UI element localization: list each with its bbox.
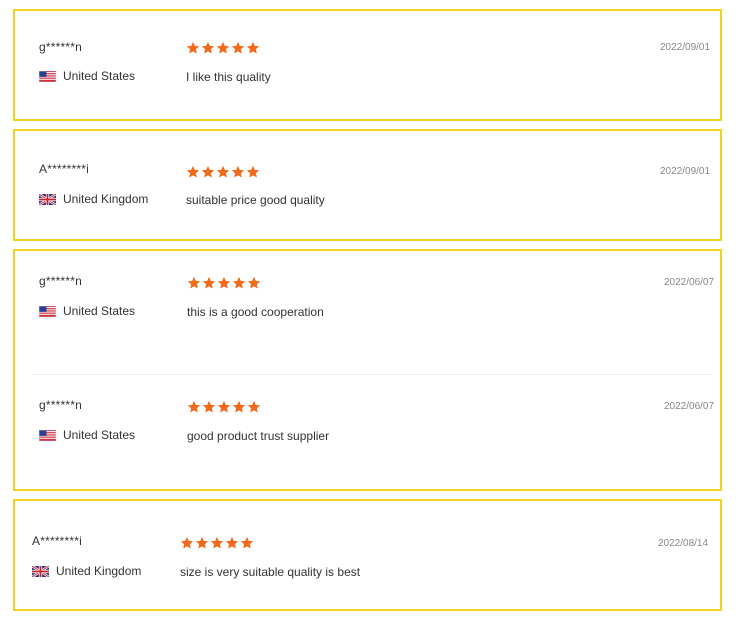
star-icon <box>225 536 239 550</box>
reviewer-name: A********i <box>32 534 83 548</box>
star-icon <box>187 276 201 290</box>
review-date: 2022/09/01 <box>660 166 711 177</box>
star-icon <box>247 276 261 290</box>
us-flag-icon <box>39 306 56 317</box>
review-date: 2022/06/07 <box>664 277 715 288</box>
star-icon <box>216 41 230 55</box>
star-icon <box>195 536 209 550</box>
review-card: A********i United Kingdom size is very s… <box>13 499 722 611</box>
star-icon <box>217 276 231 290</box>
star-icon <box>216 165 230 179</box>
reviewer-name: g******n <box>39 398 82 412</box>
country-label: United Kingdom <box>63 192 149 206</box>
reviewer-name: A********i <box>39 162 90 176</box>
review-card: g******n United States this is a good co… <box>13 249 722 491</box>
star-icon <box>231 41 245 55</box>
star-icon <box>187 400 201 414</box>
reviewer-country: United Kingdom <box>32 564 141 578</box>
star-icon <box>231 165 245 179</box>
rating-stars <box>186 41 260 55</box>
country-label: United States <box>63 428 136 442</box>
uk-flag-icon <box>32 566 49 577</box>
star-icon <box>186 41 200 55</box>
reviewer-country: United Kingdom <box>39 192 148 206</box>
review-comment: good product trust supplier <box>187 429 330 443</box>
review-date: 2022/09/01 <box>660 42 711 53</box>
star-icon <box>180 536 194 550</box>
review-card: A********i United Kingdom suitable price… <box>13 129 722 241</box>
star-icon <box>240 536 254 550</box>
review-comment: size is very suitable quality is best <box>180 565 361 579</box>
review-comment: this is a good cooperation <box>187 305 324 319</box>
uk-flag-icon <box>39 194 56 205</box>
us-flag-icon <box>39 430 56 441</box>
star-icon <box>247 400 261 414</box>
star-icon <box>202 400 216 414</box>
us-flag-icon <box>39 71 56 82</box>
reviewer-name: g******n <box>39 40 82 54</box>
review-comment: suitable price good quality <box>186 193 325 207</box>
star-icon <box>232 400 246 414</box>
reviewer-country: United States <box>39 428 135 442</box>
star-icon <box>202 276 216 290</box>
rating-stars <box>187 400 261 414</box>
review-card: g******n United States I like this quali… <box>13 9 722 121</box>
star-icon <box>186 165 200 179</box>
reviewer-name: g******n <box>39 274 82 288</box>
country-label: United Kingdom <box>56 564 142 578</box>
star-icon <box>217 400 231 414</box>
rating-stars <box>187 276 261 290</box>
country-label: United States <box>63 69 136 83</box>
star-icon <box>232 276 246 290</box>
review-divider <box>31 374 712 375</box>
star-icon <box>201 41 215 55</box>
star-icon <box>201 165 215 179</box>
star-icon <box>210 536 224 550</box>
review-date: 2022/06/07 <box>664 401 715 412</box>
review-date: 2022/08/14 <box>658 538 709 549</box>
reviewer-country: United States <box>39 69 135 83</box>
review-comment: I like this quality <box>186 70 271 84</box>
rating-stars <box>180 536 254 550</box>
star-icon <box>246 165 260 179</box>
rating-stars <box>186 165 260 179</box>
star-icon <box>246 41 260 55</box>
country-label: United States <box>63 304 136 318</box>
reviewer-country: United States <box>39 304 135 318</box>
